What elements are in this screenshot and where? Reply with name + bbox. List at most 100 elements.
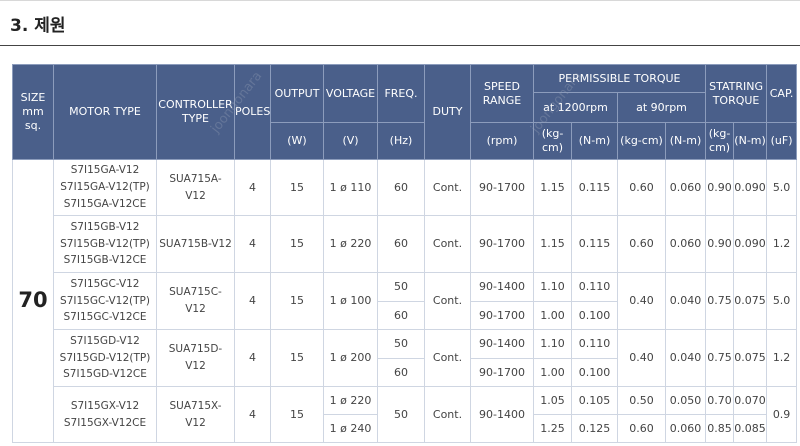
poles-cell: 4 [234, 215, 271, 273]
st-kgcm-cell: 0.75 [705, 272, 735, 330]
speed-cell: 90-1700 [470, 159, 534, 216]
motor-type-cell: S7I15GX-V12 S7I15GX-V12CE [53, 386, 157, 443]
unit-cap: (uF) [766, 122, 798, 160]
unit-st-nm: (N-m) [733, 122, 768, 160]
header-duty: DUTY [424, 64, 471, 160]
t90-nm-cell: 0.060 [664, 414, 707, 443]
t1200-nm-cell: 0.110 [571, 272, 618, 302]
t1200-nm-cell: 0.115 [571, 159, 618, 216]
header-at-1200rpm: at 1200rpm [533, 92, 618, 123]
speed-cell: 90-1400 [470, 272, 534, 302]
section-title: 3. 제원 [10, 16, 66, 36]
t90-nm-cell: 0.040 [664, 329, 707, 387]
voltage-cell: 1 ø 100 [323, 272, 378, 330]
duty-cell: Cont. [424, 386, 471, 443]
table-header: SIZE mm sq. MOTOR TYPE CONTROLLER TYPE POLE… [12, 64, 798, 160]
st-nm-cell: 0.090 [733, 159, 768, 216]
header-cap: CAP. [766, 64, 798, 123]
freq-cell: 60 [377, 159, 425, 216]
output-cell: 15 [270, 272, 324, 330]
duty-cell: Cont. [424, 215, 471, 273]
t1200-nm-cell: 0.100 [571, 301, 618, 330]
duty-cell: Cont. [424, 272, 471, 330]
duty-cell: Cont. [424, 329, 471, 387]
t90-nm-cell: 0.050 [664, 386, 707, 415]
st-kgcm-cell: 0.90 [705, 215, 735, 273]
freq-cell: 50 [377, 272, 425, 302]
unit-speed: (rpm) [470, 122, 534, 160]
t1200-kgcm-cell: 1.00 [533, 358, 572, 387]
unit-freq: (Hz) [377, 122, 425, 160]
t1200-nm-cell: 0.115 [571, 215, 618, 273]
header-size: SIZE mm sq. [12, 64, 54, 160]
header-controller-type: CONTROLLER TYPE [156, 64, 235, 160]
speed-cell: 90-1700 [470, 215, 534, 273]
t1200-kgcm-cell: 1.25 [533, 414, 572, 443]
header-motor-type: MOTOR TYPE [53, 64, 157, 160]
cap-cell: 1.2 [766, 215, 798, 273]
unit-t90-kgcm: (kg-cm) [617, 122, 666, 160]
unit-t90-nm: (N-m) [664, 122, 707, 160]
voltage-cell: 1 ø 220 [323, 215, 378, 273]
poles-cell: 4 [234, 159, 271, 216]
t90-kgcm-cell: 0.50 [617, 386, 666, 415]
t1200-nm-cell: 0.100 [571, 358, 618, 387]
spec-table: SIZE mm sq. MOTOR TYPE CONTROLLER TYPE POLE… [12, 64, 798, 443]
freq-cell: 60 [377, 358, 425, 387]
st-nm-cell: 0.075 [733, 329, 768, 387]
cap-cell: 0.9 [766, 386, 798, 443]
poles-cell: 4 [234, 272, 271, 330]
table-row: S7I15GX-V12 S7I15GX-V12CE SUA715X- V12 4 1… [13, 386, 798, 443]
freq-cell: 50 [377, 329, 425, 359]
table-row: 70 S7I15GA-V12 S7I15GA-V12(TP) S7I15GA-V12… [12, 159, 798, 443]
unit-output: (W) [270, 122, 324, 160]
speed-cell: 90-1400 [470, 329, 534, 359]
controller-cell: SUA715B-V12 [156, 215, 235, 273]
t1200-kgcm-cell: 1.15 [533, 215, 572, 273]
st-nm-cell: 0.085 [733, 414, 768, 443]
freq-cell: 60 [377, 301, 425, 330]
controller-cell: SUA715D- V12 [156, 329, 235, 387]
voltage-cell: 1 ø 200 [323, 329, 378, 387]
cap-cell: 5.0 [766, 272, 798, 330]
t1200-nm-cell: 0.110 [571, 329, 618, 359]
speed-cell: 90-1700 [470, 301, 534, 330]
table-row: S7I15GC-V12 S7I15GC-V12(TP) S7I15GC-V12CE … [13, 272, 798, 330]
voltage-cell: 1 ø 220 [323, 386, 378, 415]
st-nm-cell: 0.090 [733, 215, 768, 273]
header-freq: FREQ. [377, 64, 425, 123]
output-cell: 15 [270, 329, 324, 387]
t1200-nm-cell: 0.125 [571, 414, 618, 443]
t90-kgcm-cell: 0.40 [617, 329, 666, 387]
st-nm-cell: 0.075 [733, 272, 768, 330]
table-body: 70 S7I15GA-V12 S7I15GA-V12(TP) S7I15GA-V12… [12, 159, 798, 443]
motor-type-cell: S7I15GB-V12 S7I15GB-V12(TP) S7I15GB-V12CE [53, 215, 157, 273]
t1200-kgcm-cell: 1.05 [533, 386, 572, 415]
header-voltage: VOLTAGE [323, 64, 378, 123]
output-cell: 15 [270, 386, 324, 443]
st-kgcm-cell: 0.85 [705, 414, 735, 443]
size-value: 70 [12, 159, 54, 443]
t90-kgcm-cell: 0.40 [617, 272, 666, 330]
unit-st-kgcm: (kg-cm) [705, 122, 735, 160]
t1200-kgcm-cell: 1.10 [533, 272, 572, 302]
voltage-cell: 1 ø 240 [323, 414, 378, 443]
header-starting-torque: STATRING TORQUE [705, 64, 768, 123]
unit-t1200-nm: (N-m) [571, 122, 618, 160]
t1200-kgcm-cell: 1.10 [533, 329, 572, 359]
controller-cell: SUA715A- V12 [156, 159, 235, 216]
poles-cell: 4 [234, 329, 271, 387]
section-header: 3. 제원 [0, 0, 800, 46]
voltage-cell: 1 ø 110 [323, 159, 378, 216]
t90-kgcm-cell: 0.60 [617, 159, 666, 216]
speed-cell: 90-1400 [470, 386, 534, 443]
t90-kgcm-cell: 0.60 [617, 215, 666, 273]
t1200-kgcm-cell: 1.00 [533, 301, 572, 330]
motor-type-cell: S7I15GA-V12 S7I15GA-V12(TP) S7I15GA-V12CE [53, 159, 157, 216]
st-kgcm-cell: 0.75 [705, 329, 735, 387]
speed-cell: 90-1700 [470, 358, 534, 387]
freq-cell: 50 [377, 386, 425, 443]
t1200-kgcm-cell: 1.15 [533, 159, 572, 216]
table-row: S7I15GD-V12 S7I15GD-V12(TP) S7I15GD-V12CE … [13, 329, 798, 387]
controller-cell: SUA715C- V12 [156, 272, 235, 330]
